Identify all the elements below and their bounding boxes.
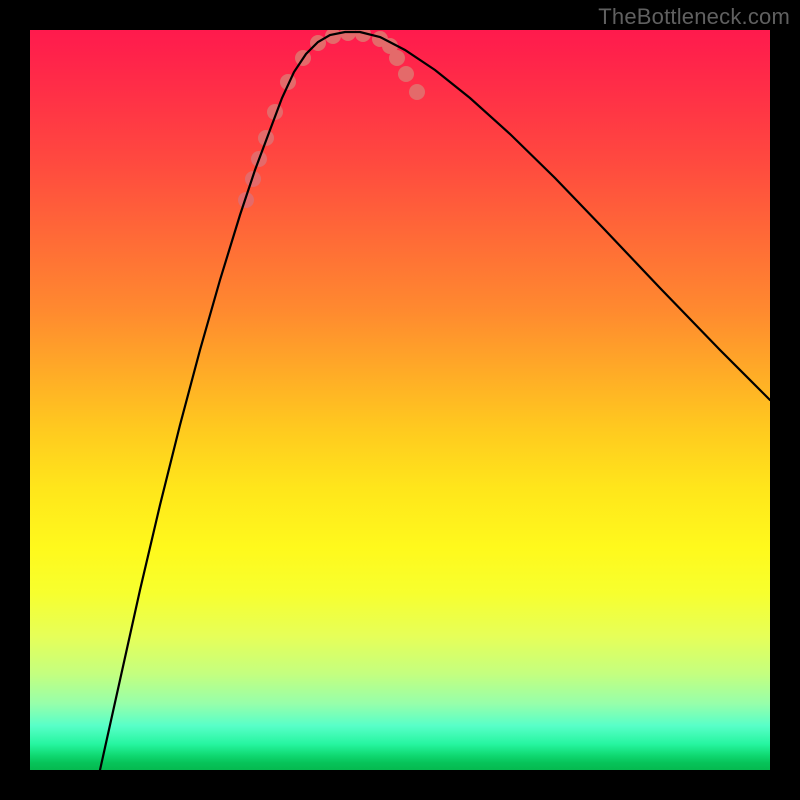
marker-group [238,30,425,208]
watermark-text: TheBottleneck.com [598,4,790,30]
highlight-dot [398,66,414,82]
curve-layer [30,30,770,770]
highlight-dot [389,50,405,66]
highlight-dot [409,84,425,100]
bottleneck-curve [100,32,770,770]
plot-area [30,30,770,770]
chart-stage: TheBottleneck.com [0,0,800,800]
